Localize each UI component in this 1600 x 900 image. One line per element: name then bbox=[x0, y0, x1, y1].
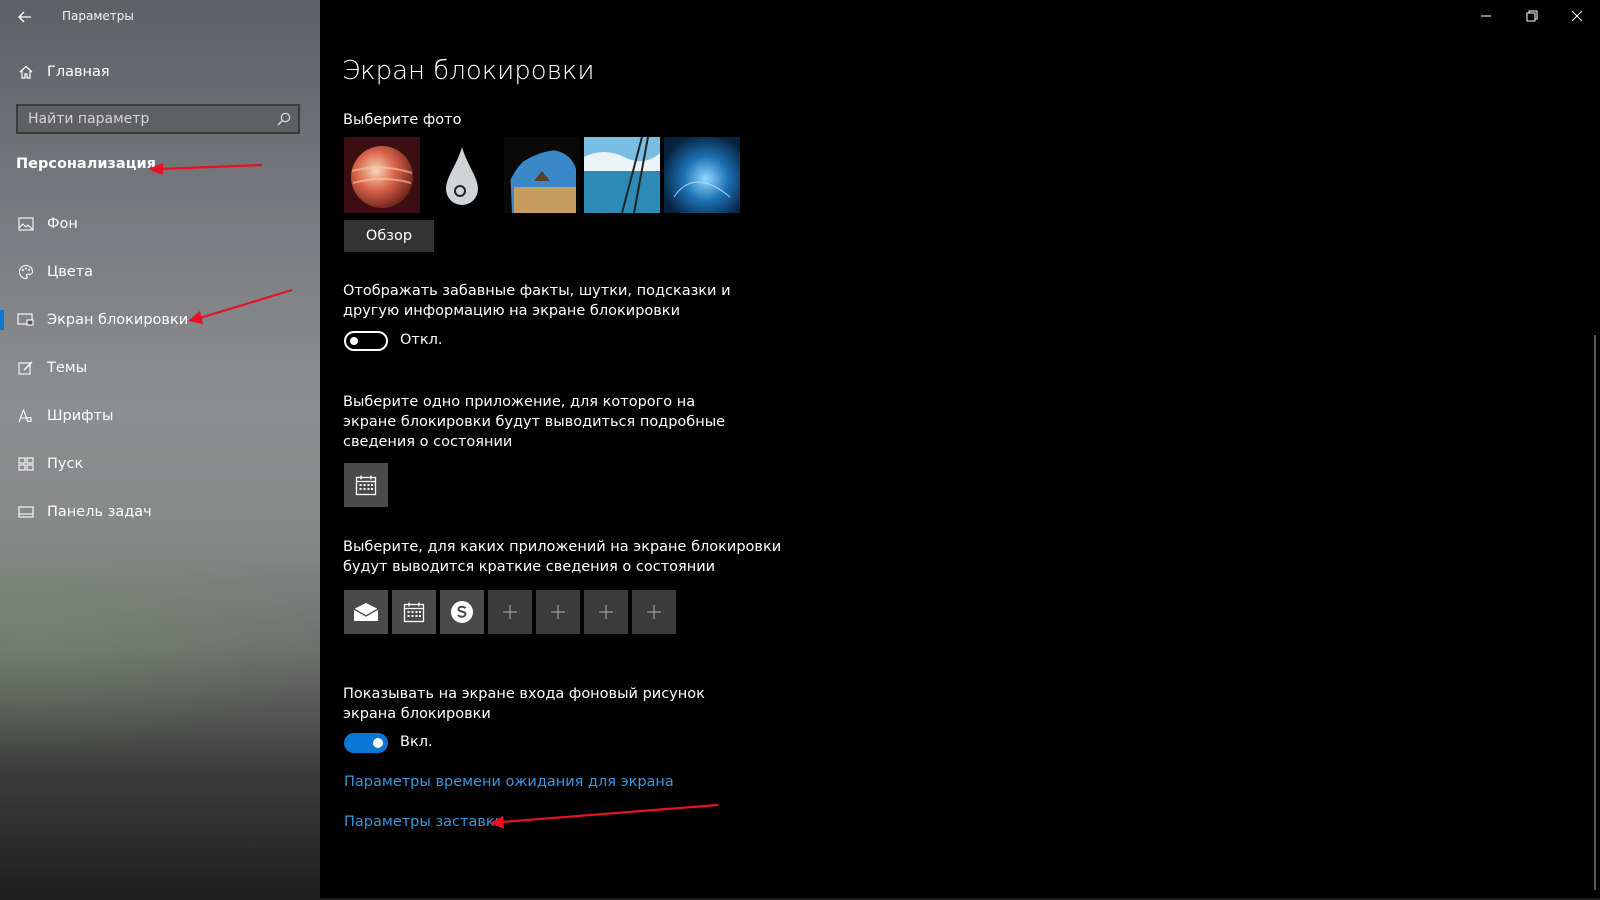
brush-icon bbox=[15, 359, 37, 377]
mail-icon bbox=[353, 603, 379, 621]
taskbar-icon bbox=[15, 503, 37, 521]
palette-icon bbox=[15, 263, 37, 281]
detailed-status-label: Выберите одно приложение, для которого н… bbox=[343, 394, 726, 450]
back-arrow-icon bbox=[18, 11, 31, 23]
page-title: Экран блокировки bbox=[342, 56, 595, 86]
photo-thumbnail-ice-cave[interactable] bbox=[664, 137, 740, 213]
lake-image bbox=[584, 137, 660, 213]
quick-status-add-slot[interactable] bbox=[536, 590, 580, 634]
app-title: Параметры bbox=[62, 9, 134, 23]
quick-status-app-skype[interactable] bbox=[440, 590, 484, 634]
signin-background-label: Показывать на экране входа фоновый рисун… bbox=[343, 686, 705, 722]
home-icon bbox=[15, 63, 37, 81]
ice-cave-image bbox=[664, 137, 740, 213]
sidebar-item-label: Главная bbox=[47, 64, 110, 80]
sidebar-item-start[interactable]: Пуск bbox=[0, 444, 320, 484]
sidebar-item-background[interactable]: Фон bbox=[0, 204, 320, 244]
font-icon bbox=[15, 407, 37, 425]
sidebar-item-home[interactable]: Главная bbox=[0, 52, 320, 92]
minimize-button[interactable] bbox=[1463, 0, 1509, 32]
title-bar: Параметры bbox=[0, 0, 320, 34]
quick-status-app-calendar[interactable] bbox=[392, 590, 436, 634]
quick-status-add-slot[interactable] bbox=[488, 590, 532, 634]
quick-status-app-mail[interactable] bbox=[344, 590, 388, 634]
sidebar-item-colors[interactable]: Цвета bbox=[0, 252, 320, 292]
quick-status-label: Выберите, для каких приложений на экране… bbox=[343, 539, 782, 575]
sidebar-item-label: Экран блокировки bbox=[47, 312, 189, 328]
detailed-status-app-button[interactable] bbox=[344, 463, 388, 507]
search-icon[interactable] bbox=[276, 111, 292, 127]
restore-icon bbox=[1526, 10, 1538, 22]
sidebar-item-label: Панель задач bbox=[47, 504, 152, 520]
photo-thumbnail-planet[interactable] bbox=[344, 137, 420, 213]
calendar-icon bbox=[403, 602, 425, 623]
search-box[interactable] bbox=[16, 104, 300, 134]
sidebar-item-label: Фон bbox=[47, 216, 78, 232]
sidebar: Параметры Главная Персонализация Фон Цве… bbox=[0, 0, 320, 900]
photo-thumbnail-lake[interactable] bbox=[584, 137, 660, 213]
photo-thumbnail-cave[interactable] bbox=[504, 137, 580, 213]
quick-status-add-slot[interactable] bbox=[584, 590, 628, 634]
signin-background-toggle[interactable] bbox=[344, 733, 388, 753]
cave-beach-image bbox=[504, 137, 580, 213]
sidebar-item-label: Темы bbox=[47, 360, 88, 376]
sidebar-item-themes[interactable]: Темы bbox=[0, 348, 320, 388]
screen-timeout-link[interactable]: Параметры времени ожидания для экрана bbox=[344, 774, 674, 790]
photo-thumbnail-drop[interactable] bbox=[424, 137, 500, 213]
fun-facts-label: Отображать забавные факты, шутки, подска… bbox=[343, 283, 731, 319]
close-icon bbox=[1571, 10, 1583, 22]
search-input[interactable] bbox=[18, 106, 278, 132]
sidebar-item-lock-screen[interactable]: Экран блокировки bbox=[0, 300, 320, 340]
minimize-icon bbox=[1481, 15, 1491, 17]
sidebar-item-label: Пуск bbox=[47, 456, 84, 472]
screensaver-link[interactable]: Параметры заставки bbox=[344, 814, 504, 830]
toggle-knob bbox=[373, 738, 383, 748]
scrollbar[interactable] bbox=[1594, 335, 1596, 890]
skype-icon bbox=[451, 601, 473, 623]
browse-button[interactable]: Обзор bbox=[344, 220, 434, 252]
sidebar-item-label: Цвета bbox=[47, 264, 94, 280]
restore-button[interactable] bbox=[1509, 0, 1555, 32]
lock-screen-icon bbox=[15, 311, 37, 329]
annotation-arrow bbox=[501, 803, 719, 824]
quick-status-add-slot[interactable] bbox=[632, 590, 676, 634]
toggle-knob bbox=[350, 337, 358, 345]
plus-icon bbox=[599, 605, 613, 619]
close-button[interactable] bbox=[1554, 0, 1600, 32]
fun-facts-toggle[interactable] bbox=[344, 331, 388, 351]
section-title: Персонализация bbox=[16, 156, 156, 172]
photo-label: Выберите фото bbox=[343, 112, 462, 128]
start-icon bbox=[15, 455, 37, 473]
sidebar-item-label: Шрифты bbox=[47, 408, 114, 424]
calendar-icon bbox=[355, 475, 377, 496]
planet-image bbox=[344, 137, 420, 213]
water-drop-image bbox=[424, 137, 500, 213]
signin-background-state: Вкл. bbox=[400, 734, 433, 750]
fun-facts-state: Откл. bbox=[400, 332, 443, 348]
plus-icon bbox=[647, 605, 661, 619]
plus-icon bbox=[503, 605, 517, 619]
plus-icon bbox=[551, 605, 565, 619]
sidebar-item-taskbar[interactable]: Панель задач bbox=[0, 492, 320, 532]
image-icon bbox=[15, 215, 37, 233]
back-button[interactable] bbox=[10, 4, 40, 30]
sidebar-item-fonts[interactable]: Шрифты bbox=[0, 396, 320, 436]
